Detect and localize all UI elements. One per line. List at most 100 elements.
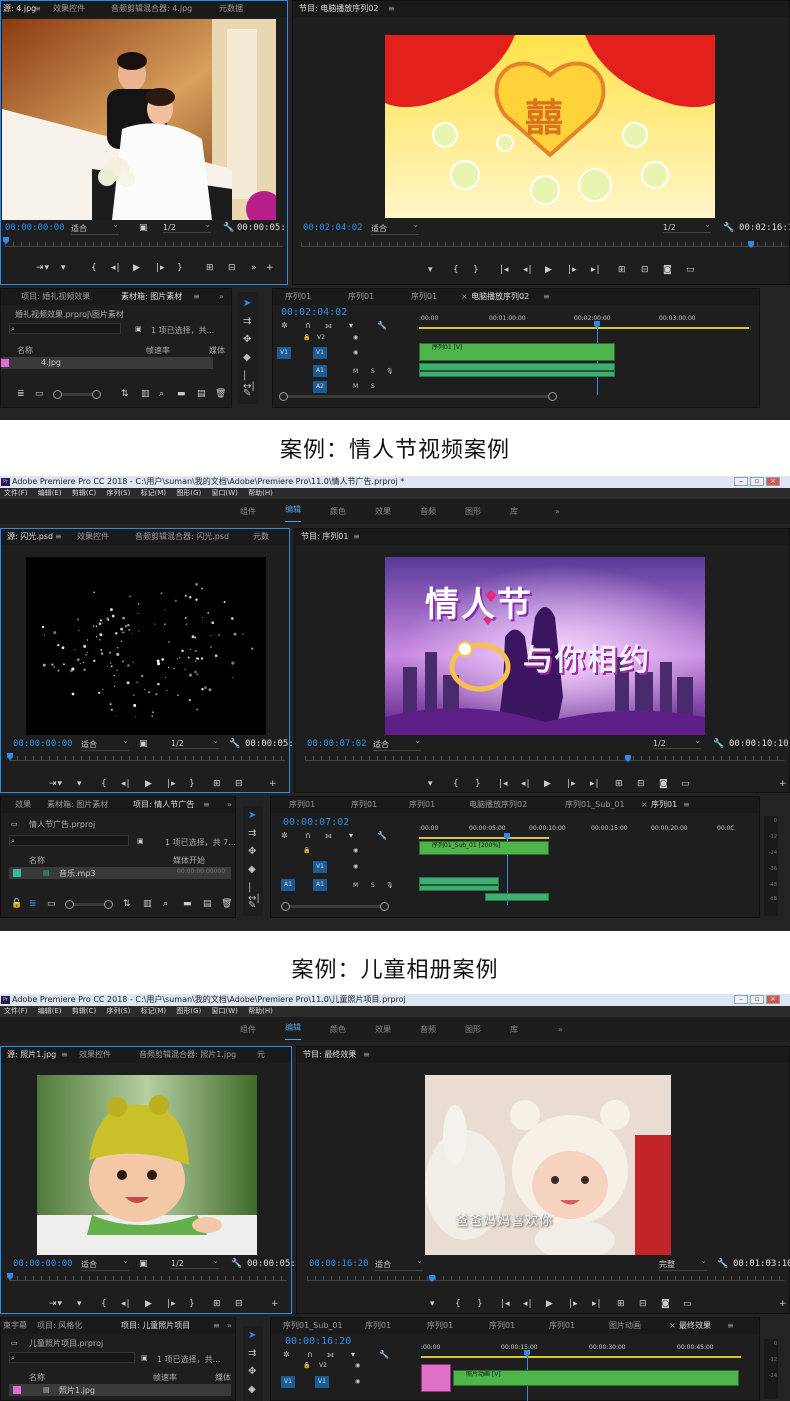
nest-icon[interactable]: ✲ xyxy=(281,321,289,330)
close-button[interactable]: × xyxy=(766,477,780,486)
tab-captions[interactable]: 束字幕 xyxy=(3,1318,27,1334)
more-tabs-icon[interactable]: » xyxy=(227,797,232,813)
program-timeline-ruler[interactable] xyxy=(305,751,785,761)
timeline-clip-v1[interactable]: 序列01_Sub_01 [200%] xyxy=(419,841,549,855)
new-bin-icon[interactable]: ▣ xyxy=(135,324,142,334)
wrench-icon[interactable]: 🔧 xyxy=(223,223,234,233)
work-area-bar[interactable] xyxy=(419,327,749,329)
trash-icon[interactable]: 🗑 xyxy=(221,899,232,909)
sort-icon[interactable]: ⇅ xyxy=(123,899,131,909)
marker-icon[interactable]: ▾ xyxy=(351,1350,356,1359)
extract-icon[interactable]: ⊟ xyxy=(639,1299,648,1309)
solo-icon[interactable]: S xyxy=(371,383,375,390)
tab-sequence[interactable]: 序列01 xyxy=(409,797,435,813)
settings-icon[interactable]: ▣ xyxy=(139,223,148,233)
track-target-a1[interactable]: A1 xyxy=(313,365,327,377)
timeline-clip-v1[interactable]: 序列01 [V] xyxy=(419,343,615,361)
pen-tool-icon[interactable]: ✎ xyxy=(243,388,251,399)
mark-out-icon[interactable]: } xyxy=(477,1299,484,1309)
tab-effects[interactable]: 效果 xyxy=(15,797,31,813)
go-in-icon[interactable]: |◂ xyxy=(501,1299,511,1309)
tab-sequence[interactable]: 序列01 xyxy=(285,289,311,305)
source-timeline-ruler[interactable] xyxy=(5,237,283,247)
workspace-editing[interactable]: 编辑 xyxy=(285,499,301,522)
program-resolution-dropdown[interactable]: 1/2 xyxy=(663,220,711,233)
find-icon[interactable]: ⌕ xyxy=(163,899,168,909)
sort-icon[interactable]: ⇅ xyxy=(121,389,129,399)
workspace-more-icon[interactable]: » xyxy=(558,1017,563,1042)
camera-icon[interactable]: » xyxy=(251,263,258,273)
workspace-libraries[interactable]: 库 xyxy=(510,1017,518,1042)
list-item[interactable]: ▤ 照片1.jpg xyxy=(9,1384,231,1396)
source-timecode[interactable]: 00:00:00:00 xyxy=(13,1259,73,1269)
track-lock-icon[interactable]: 🔒 xyxy=(303,334,310,341)
program-timecode[interactable]: 00:00:07:02 xyxy=(307,739,367,749)
program-timecode[interactable]: 00:00:16:20 xyxy=(309,1259,369,1269)
go-in-icon[interactable]: |◂ xyxy=(499,779,509,789)
selection-tool-icon[interactable]: ➤ xyxy=(248,810,256,821)
wrench-icon[interactable]: 🔧 xyxy=(229,739,240,749)
mute-icon[interactable]: M xyxy=(353,383,358,390)
tab-sequence[interactable]: 序列01 xyxy=(351,797,377,813)
time-ruler[interactable]: :00:00 00:01:00:00 00:02:00:00 00:03:00:… xyxy=(419,307,749,329)
insert-icon[interactable]: ⇥▾ xyxy=(36,263,50,273)
play-icon[interactable]: ▶ xyxy=(145,1299,153,1309)
work-area-bar[interactable] xyxy=(419,837,549,839)
track-select-icon[interactable]: ⇉ xyxy=(243,316,251,327)
mark-out-icon[interactable]: } xyxy=(189,1299,196,1309)
menu-edit[interactable]: 编辑(E) xyxy=(38,489,62,497)
lift-icon[interactable]: ⊞ xyxy=(615,779,624,789)
workspace-audio[interactable]: 音频 xyxy=(420,1017,436,1042)
tab-sequence[interactable]: 序列01 xyxy=(289,797,315,813)
tab-program[interactable]: 节目: 电脑播放序列02 xyxy=(299,1,378,17)
linked-icon[interactable]: ⟗ xyxy=(325,831,333,841)
panel-menu-icon[interactable]: ≡ xyxy=(388,1,395,17)
compare-icon[interactable]: ▭ xyxy=(683,1299,693,1309)
wrench-icon[interactable]: 🔧 xyxy=(717,1259,728,1269)
tab-sequence[interactable]: 序列01 xyxy=(549,1318,575,1334)
tab-sequence[interactable]: 序列01_Sub_01 xyxy=(565,797,625,813)
selection-tool-icon[interactable]: ➤ xyxy=(248,1330,256,1341)
tab-project[interactable]: 项目: 儿童照片项目 xyxy=(121,1318,190,1334)
play-icon[interactable]: ▶ xyxy=(544,779,552,789)
timeline-clip-a1-b[interactable] xyxy=(485,893,549,901)
ripple-edit-icon[interactable]: ✥ xyxy=(243,334,251,345)
workspace-more-icon[interactable]: » xyxy=(555,499,560,524)
tab-sequence[interactable]: 电脑播放序列02 xyxy=(469,797,527,813)
menu-help[interactable]: 帮助(H) xyxy=(248,1007,273,1015)
close-icon[interactable]: × xyxy=(669,1318,676,1334)
time-ruler[interactable]: :00:00 00:00:05:00 00:00:10:00 00:00:15:… xyxy=(419,819,739,839)
linked-icon[interactable]: ⟗ xyxy=(325,321,333,331)
razor-tool-icon[interactable]: ◆ xyxy=(243,352,251,363)
go-in-icon[interactable]: |◂ xyxy=(500,265,510,275)
menu-graphics[interactable]: 图形(G) xyxy=(176,1007,201,1015)
column-frame-rate[interactable]: 帧速率 xyxy=(153,1372,177,1383)
maximize-button[interactable]: ▫ xyxy=(750,477,764,486)
tab-sequence[interactable]: 序列01 xyxy=(411,289,437,305)
panel-menu-icon[interactable]: ≡ xyxy=(727,1318,734,1334)
tab-bin[interactable]: 素材箱: 图片素材 xyxy=(121,289,182,305)
list-item[interactable]: ▤ 音乐.mp3 00:00:00:00000 xyxy=(9,867,231,879)
overwrite-icon[interactable]: ⊟ xyxy=(235,1299,244,1309)
tab-effect-controls[interactable]: 效果控件 xyxy=(79,1047,111,1063)
ripple-edit-icon[interactable]: ✥ xyxy=(248,1366,256,1377)
workspace-color[interactable]: 颜色 xyxy=(330,1017,346,1042)
marker-icon[interactable]: ▾ xyxy=(61,263,67,273)
tab-sequence[interactable]: 序列01 xyxy=(489,1318,515,1334)
workspace-graphics[interactable]: 图形 xyxy=(465,499,481,524)
insert-clip-icon[interactable]: ⊞ xyxy=(206,263,215,273)
source-resolution-dropdown[interactable]: 1/2 xyxy=(163,220,211,233)
list-view-icon[interactable]: ≣ xyxy=(29,899,37,909)
panel-menu-icon[interactable]: ≡ xyxy=(213,1318,220,1334)
new-bin-icon[interactable]: ▬ xyxy=(177,389,186,399)
source-timecode[interactable]: 00:00:00:00 xyxy=(5,223,65,233)
step-back-icon[interactable]: ◂| xyxy=(121,1299,131,1309)
timeline-scrollbar[interactable] xyxy=(279,392,557,401)
marker-icon[interactable]: ▾ xyxy=(428,779,434,789)
tab-project-stylize[interactable]: 项目: 风格化 xyxy=(37,1318,82,1334)
program-fit-dropdown[interactable]: 适合 xyxy=(373,736,421,751)
mark-out-icon[interactable]: } xyxy=(475,779,482,789)
marker-icon[interactable]: ▾ xyxy=(428,265,434,275)
time-ruler[interactable]: :00:00 00:00:15:00 00:00:30:00 00:00:45:… xyxy=(421,1338,741,1360)
overwrite-icon[interactable]: ⊟ xyxy=(235,779,244,789)
